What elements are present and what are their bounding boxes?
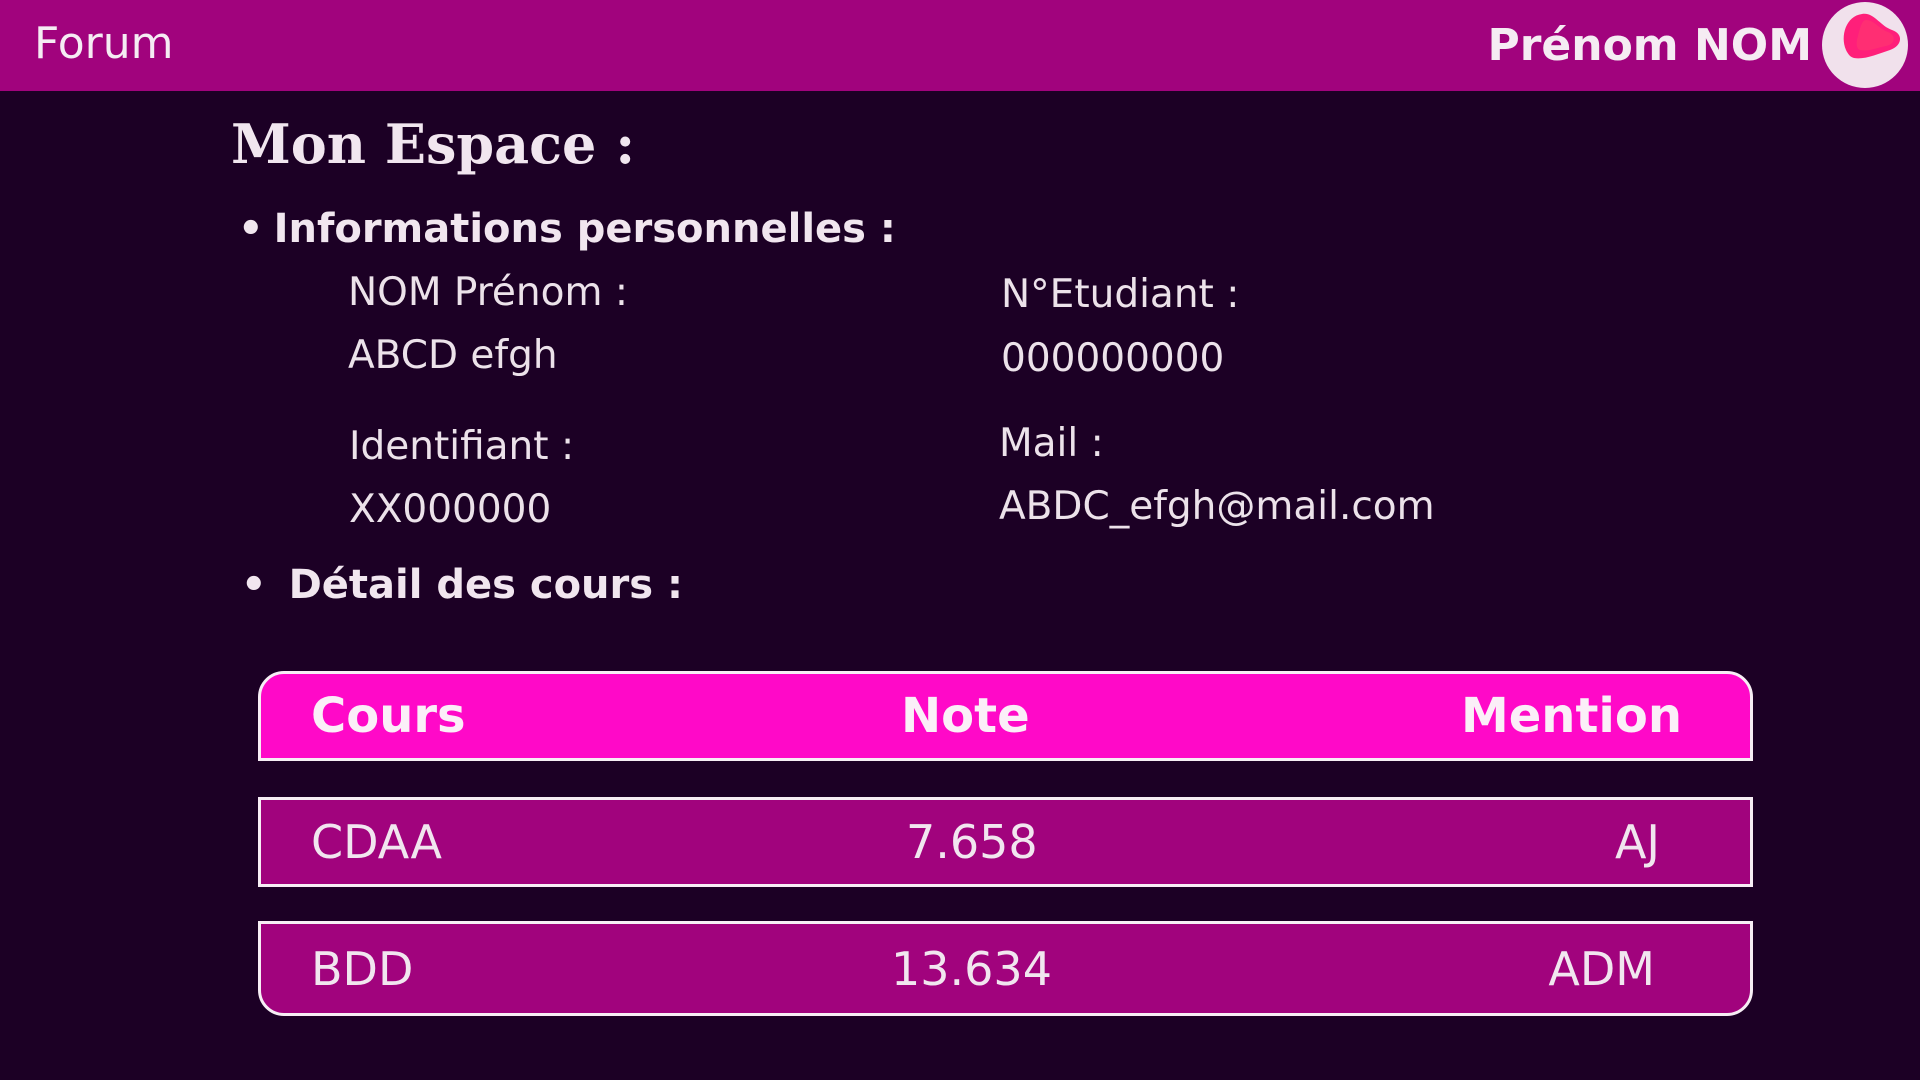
user-name[interactable]: Prénom NOM bbox=[1487, 20, 1812, 71]
course-grade: 7.658 bbox=[906, 815, 1038, 869]
column-header-grade: Note bbox=[901, 688, 1030, 744]
mail-value: ABDC_efgh@mail.com bbox=[999, 484, 1435, 529]
table-row: CDAA 7.658 AJ bbox=[258, 797, 1753, 887]
course-grade: 13.634 bbox=[891, 941, 1052, 996]
bullet-icon: • bbox=[238, 206, 264, 252]
personal-info-heading-text: Informations personnelles : bbox=[273, 206, 896, 252]
bullet-icon: • bbox=[241, 562, 267, 608]
page-title: Mon Espace : bbox=[231, 112, 636, 176]
identifier-label: Identifiant : bbox=[349, 424, 575, 469]
table-row: BDD 13.634 ADM bbox=[258, 921, 1753, 1016]
student-number-value: 000000000 bbox=[1001, 336, 1225, 381]
course-mention: ADM bbox=[1548, 941, 1655, 996]
courses-heading-text: Détail des cours : bbox=[288, 562, 683, 608]
column-header-course: Cours bbox=[311, 688, 466, 744]
course-mention: AJ bbox=[1614, 815, 1660, 869]
column-header-mention: Mention bbox=[1460, 688, 1682, 744]
student-number-label: N°Etudiant : bbox=[1001, 272, 1240, 317]
courses-table-header: Cours Note Mention bbox=[258, 671, 1753, 761]
course-name: BDD bbox=[311, 941, 414, 996]
identifier-value: XX000000 bbox=[349, 487, 552, 532]
mail-label: Mail : bbox=[999, 421, 1104, 466]
forum-nav-link[interactable]: Forum bbox=[34, 18, 174, 69]
avatar[interactable] bbox=[1822, 2, 1908, 88]
top-navigation-bar: Forum Prénom NOM bbox=[0, 0, 1920, 91]
personal-info-heading: • Informations personnelles : bbox=[238, 206, 896, 252]
name-label: NOM Prénom : bbox=[348, 270, 629, 315]
course-name: CDAA bbox=[311, 815, 442, 869]
blob-logo-icon bbox=[1843, 13, 1901, 59]
name-value: ABCD efgh bbox=[348, 333, 558, 378]
courses-heading: • Détail des cours : bbox=[241, 562, 683, 608]
